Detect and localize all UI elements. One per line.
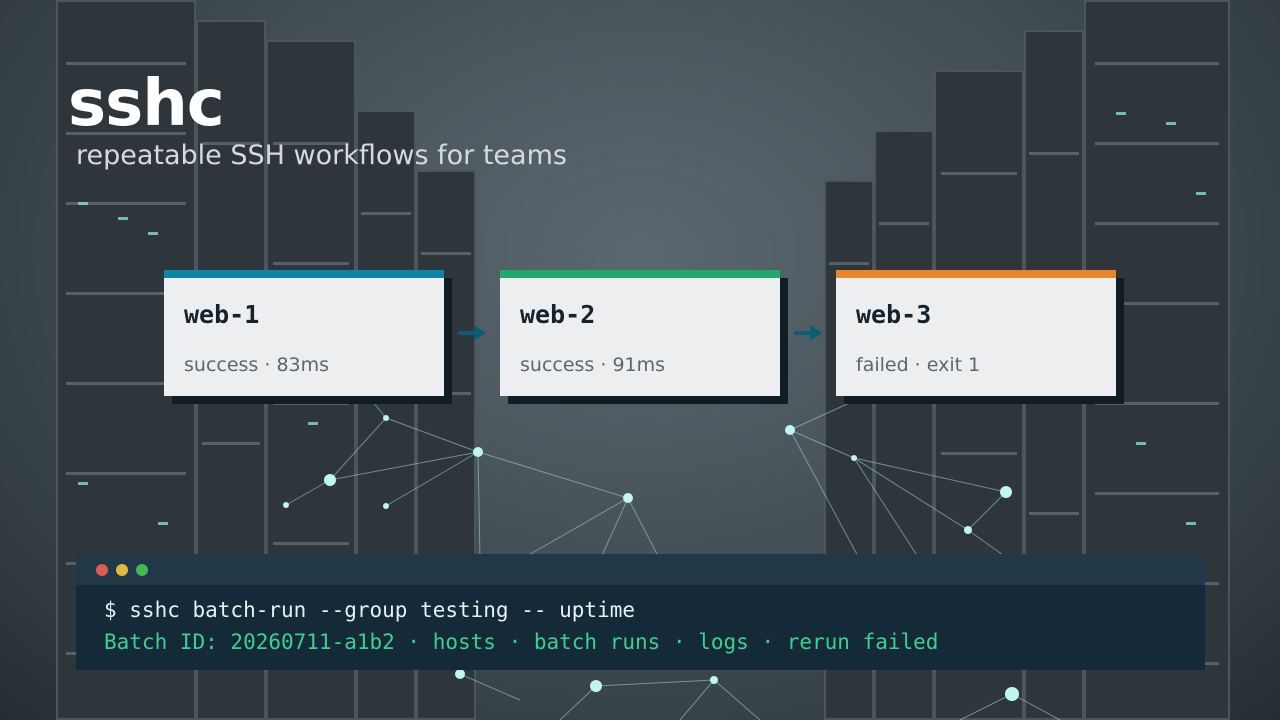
host-card-web-1[interactable]: web-1 success · 83ms	[164, 270, 444, 396]
app-title: sshc	[68, 67, 225, 141]
card-accent-bar	[164, 270, 444, 278]
card-accent-bar	[500, 270, 780, 278]
arrow-right-icon	[794, 325, 822, 341]
terminal-titlebar	[76, 554, 1205, 585]
card-accent-bar	[836, 270, 1116, 278]
host-status: success · 91ms	[520, 354, 666, 376]
terminal-output: Batch ID: 20260711-a1b2 · hosts · batch …	[104, 630, 939, 654]
host-name: web-3	[856, 300, 932, 329]
host-status: success · 83ms	[184, 354, 330, 376]
minimize-dot-icon[interactable]	[116, 564, 128, 576]
host-card-web-3[interactable]: web-3 failed · exit 1	[836, 270, 1116, 396]
maximize-dot-icon[interactable]	[136, 564, 148, 576]
terminal-command: $ sshc batch-run --group testing -- upti…	[104, 598, 636, 622]
close-dot-icon[interactable]	[96, 564, 108, 576]
host-status: failed · exit 1	[856, 354, 981, 376]
host-name: web-2	[520, 300, 596, 329]
terminal-window: $ sshc batch-run --group testing -- upti…	[76, 554, 1205, 670]
host-card-web-2[interactable]: web-2 success · 91ms	[500, 270, 780, 396]
app-subtitle: repeatable SSH workflows for teams	[76, 140, 567, 171]
arrow-right-icon	[458, 325, 486, 341]
host-name: web-1	[184, 300, 260, 329]
